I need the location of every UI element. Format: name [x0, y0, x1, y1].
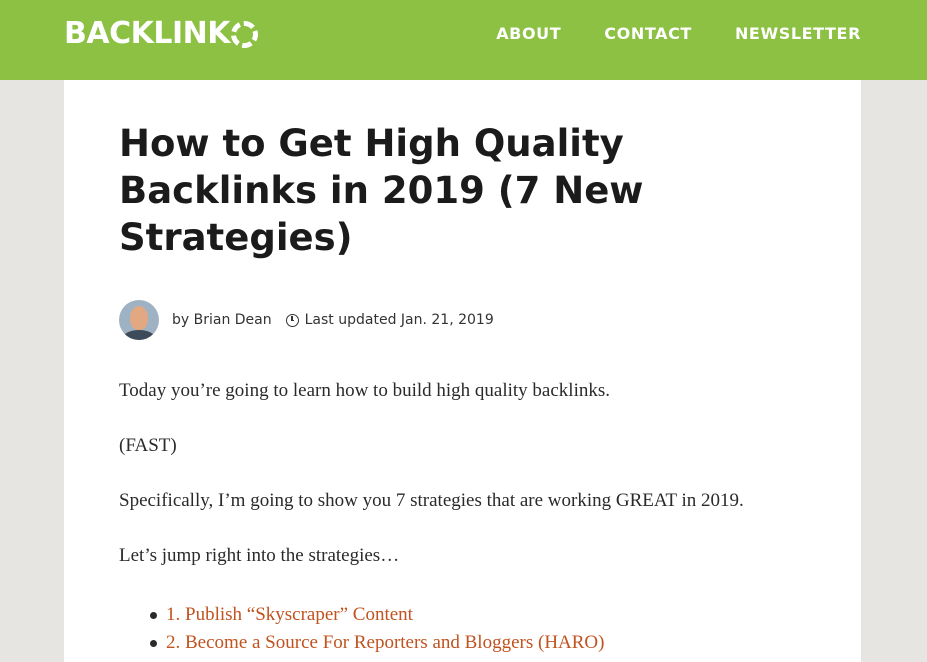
fast-paragraph: (FAST): [119, 435, 177, 456]
author-name[interactable]: by Brian Dean: [172, 312, 272, 328]
article-body: Today you’re going to learn how to build…: [119, 379, 819, 599]
site-header: BACKLINK ABOUT CONTACT NEWSLETTER: [0, 0, 927, 80]
toc-item: 1. Publish “Skyscraper” Content: [150, 601, 604, 629]
toc-link-1[interactable]: 1. Publish “Skyscraper” Content: [166, 604, 413, 625]
article-meta: by Brian Dean Last updated Jan. 21, 2019: [119, 300, 494, 340]
last-updated: Last updated Jan. 21, 2019: [304, 312, 494, 328]
jump-paragraph: Let’s jump right into the strategies…: [119, 545, 400, 566]
article-container: How to Get High Quality Backlinks in 201…: [64, 80, 861, 662]
table-of-contents: 1. Publish “Skyscraper” Content 2. Becom…: [150, 601, 604, 657]
article-title: How to Get High Quality Backlinks in 201…: [119, 122, 644, 259]
avatar-face: [130, 306, 148, 330]
intro-paragraph: Today you’re going to learn how to build…: [119, 380, 611, 401]
logo-text: BACKLINK: [64, 16, 230, 51]
toc-item: 2. Become a Source For Reporters and Blo…: [150, 629, 604, 657]
nav-about-link[interactable]: ABOUT: [496, 24, 561, 44]
strategies-paragraph: Specifically, I’m going to show you 7 st…: [119, 490, 744, 511]
clock-icon: [285, 313, 299, 327]
nav-newsletter-link[interactable]: NEWSLETTER: [735, 24, 861, 44]
nav-contact-link[interactable]: CONTACT: [604, 24, 692, 44]
avatar-shirt: [123, 330, 155, 340]
author-avatar[interactable]: [119, 300, 159, 340]
site-logo[interactable]: BACKLINK: [64, 16, 258, 52]
toc-link-2[interactable]: 2. Become a Source For Reporters and Blo…: [166, 632, 604, 653]
logo-ring-icon: [230, 20, 258, 48]
main-nav: ABOUT CONTACT NEWSLETTER: [496, 24, 861, 44]
